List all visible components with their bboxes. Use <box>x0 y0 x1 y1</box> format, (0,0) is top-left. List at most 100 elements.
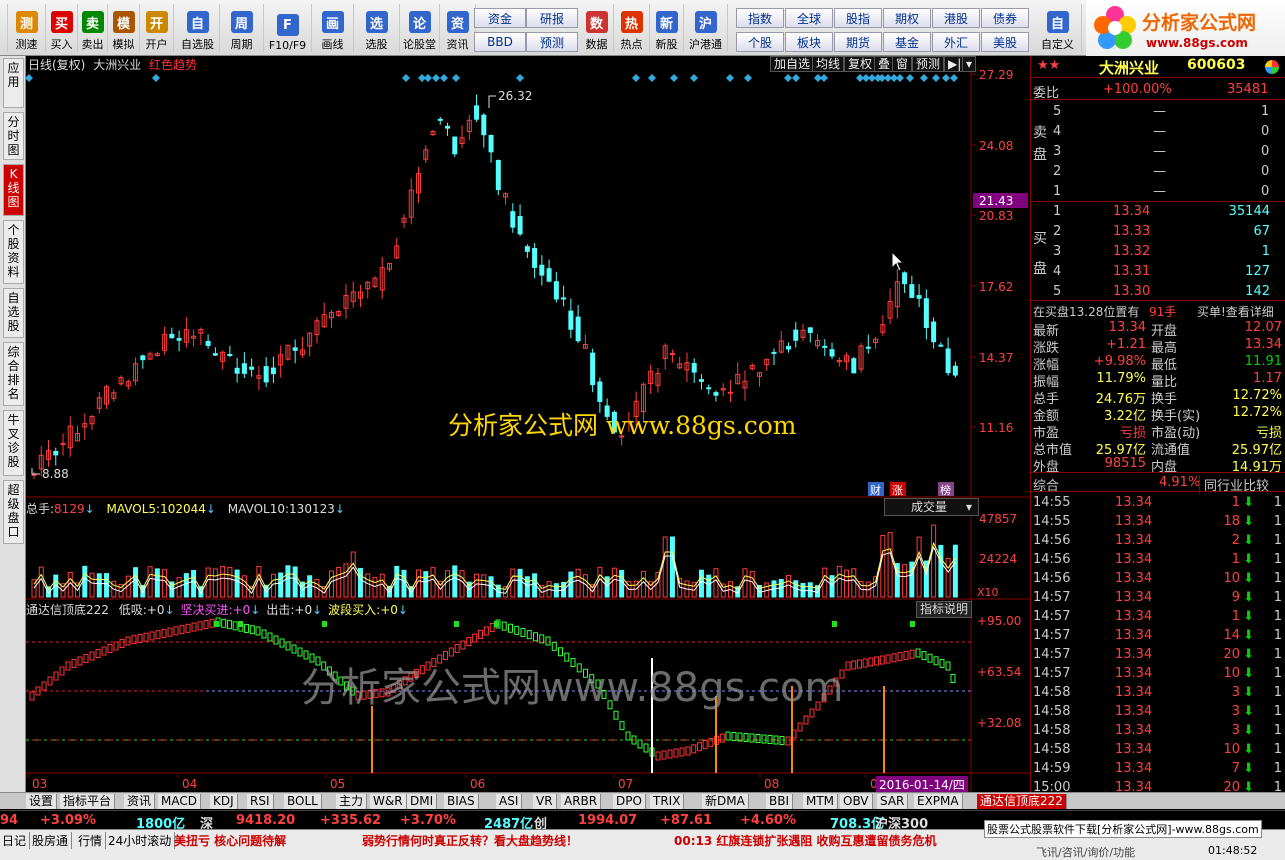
toolbar-custom-button[interactable]: 自自定义 <box>1034 4 1082 52</box>
indicator-tab-15[interactable]: TRIX <box>650 794 685 809</box>
badge-2[interactable]: 榜 <box>940 483 951 497</box>
chart-button-5[interactable]: 预测 <box>912 56 945 72</box>
indicator-tab-16[interactable]: 新DMA <box>702 794 749 809</box>
toolbar-filter-button[interactable]: 选选股 <box>354 4 400 52</box>
indicator-tab-12[interactable]: VR <box>533 794 557 809</box>
kline-svg[interactable]: 27.29 24.08 20.83 17.62 14.37 11.16 21.43 26.32… <box>26 56 1030 796</box>
left-tab-0[interactable]: 应用 <box>3 58 24 108</box>
toolbar-clock-button[interactable]: 测测速 <box>8 4 46 52</box>
market-button-0-4[interactable]: 港股 <box>932 8 980 28</box>
market-button-1-5[interactable]: 美股 <box>981 32 1029 52</box>
toolbar-ipo-button[interactable]: 新新股 <box>650 4 684 52</box>
toolbar-f10-button[interactable]: F F10/F9 <box>264 4 312 52</box>
indicator-item-value: +0 <box>146 603 165 617</box>
indicator-tab-18[interactable]: MTM <box>803 794 839 809</box>
indicator-tab-2[interactable]: 资讯 <box>124 794 156 809</box>
market-button-0-3[interactable]: 期权 <box>883 8 931 28</box>
chart-button-0[interactable]: 加自选 <box>770 56 815 72</box>
quote-row: 3—0 <box>1053 144 1270 159</box>
volume-selector[interactable]: 成交量 ▾ <box>884 498 979 516</box>
indicator-tab-20[interactable]: SAR <box>877 794 909 809</box>
kline-chart-area[interactable]: 27.29 24.08 20.83 17.62 14.37 11.16 21.43 26.32… <box>26 56 1030 796</box>
indicator-tab-13[interactable]: ARBR <box>561 794 602 809</box>
toolbar-hammer-button[interactable]: 模模拟 <box>108 4 140 52</box>
news-3[interactable]: 00:13 红旗连锁扩张遇阻 收购互惠遭留债务危机 <box>674 832 937 849</box>
market-button-1-3[interactable]: 基金 <box>883 32 931 52</box>
volume-bar <box>756 585 762 598</box>
toolbar-lock-button[interactable]: 开开户 <box>140 4 174 52</box>
ticker-item: 94 <box>0 813 19 828</box>
indicator-tab-7[interactable]: 主力 <box>336 794 368 809</box>
left-tab-7[interactable]: 超级盘口 <box>3 480 24 544</box>
news-1[interactable]: 美扭亏 核心问题待解 <box>174 832 286 849</box>
chart-button-1[interactable]: 均线 <box>812 56 845 72</box>
indicator-tab-10[interactable]: BIAS <box>444 794 479 809</box>
indicator-tab-4[interactable]: KDJ <box>210 794 238 809</box>
indicator-tab-11[interactable]: ASI <box>496 794 523 809</box>
chart-period[interactable]: 日线(复权) <box>28 58 85 72</box>
toolbar-hotspot-button[interactable]: 热热点 <box>614 4 650 52</box>
badge-1[interactable]: 涨 <box>892 484 903 497</box>
indicator-tab-14[interactable]: DPO <box>613 794 646 809</box>
grid-button-0-0[interactable]: 资金 <box>474 8 526 28</box>
status-item-1[interactable]: 股房通 <box>32 832 73 849</box>
left-tab-5[interactable]: 综合排名 <box>3 342 24 406</box>
toolbar-star-button[interactable]: 自自选股 <box>176 4 220 52</box>
star-icon[interactable]: ★★ <box>1037 58 1060 73</box>
status-sub: 飞讯/咨讯/询价/功能 <box>1036 846 1136 859</box>
grid-button-1-1[interactable]: 预测 <box>526 32 578 52</box>
market-button-1-0[interactable]: 个股 <box>736 32 784 52</box>
indicator-tab-5[interactable]: RSI <box>247 794 274 809</box>
indicator-tab-17[interactable]: BBI <box>766 794 794 809</box>
left-tab-2[interactable]: K线图 <box>3 164 24 216</box>
status-item-3[interactable]: 24小时滚动 <box>108 832 176 849</box>
chart-button-2[interactable]: 复权 <box>844 56 877 72</box>
indicator-tab-22[interactable]: 通达信顶底222 <box>977 794 1067 809</box>
status-item-0[interactable]: 日记 <box>2 832 31 849</box>
left-tab-6[interactable]: 牛叉诊股 <box>3 410 24 476</box>
toolbar-buy-button[interactable]: 买买入 <box>46 4 78 52</box>
indicator-tab-21[interactable]: EXPMA <box>914 794 963 809</box>
market-button-0-1[interactable]: 全球 <box>785 8 833 28</box>
toolbar-sell-button[interactable]: 卖卖出 <box>78 4 108 52</box>
chart-button-4[interactable]: 窗 <box>892 56 913 72</box>
left-tab-4[interactable]: 自选股 <box>3 288 24 338</box>
indicator-tab-19[interactable]: OBV <box>840 794 873 809</box>
indicator-tab-6[interactable]: BOLL <box>284 794 322 809</box>
quote-row: 5—1 <box>1053 104 1270 119</box>
banner-link[interactable]: 股票公式股票软件下载[分析家公式网]-www.88gs.com <box>984 820 1262 838</box>
indicator-tab-9[interactable]: DMI <box>407 794 438 809</box>
market-button-0-5[interactable]: 债券 <box>981 8 1029 28</box>
grid-button-0-1[interactable]: 研报 <box>526 8 578 28</box>
chart-button-3[interactable]: 叠 <box>874 56 895 72</box>
status-item-2[interactable]: 行情 <box>78 832 107 849</box>
badge-0[interactable]: 财 <box>870 483 881 497</box>
market-button-0-2[interactable]: 股指 <box>834 8 882 28</box>
left-tab-3[interactable]: 个股资料 <box>3 220 24 284</box>
indicator-tab-1[interactable]: 指标平台 <box>60 794 116 809</box>
toolbar-hk-connect-button[interactable]: 沪沪港通 <box>684 4 728 52</box>
indicator-tab-3[interactable]: MACD <box>158 794 201 809</box>
left-tab-1[interactable]: 分时图 <box>3 112 24 160</box>
indicator-tab-0[interactable]: 设置 <box>26 794 58 809</box>
indicator-tab-8[interactable]: W&R <box>370 794 407 809</box>
market-button-1-1[interactable]: 板块 <box>785 32 833 52</box>
toolbar-forum-button[interactable]: 论论股堂 <box>400 4 440 52</box>
volume-unit: X10 <box>977 586 999 599</box>
grid-button-1-0[interactable]: BBD <box>474 32 526 52</box>
candle-body <box>31 473 37 476</box>
toolbar-cycle-button[interactable]: 周周期 <box>220 4 264 52</box>
market-button-1-4[interactable]: 外汇 <box>932 32 980 52</box>
toolbar-settings-button[interactable]: 设设置 <box>0 4 8 52</box>
market-button-1-2[interactable]: 期货 <box>834 32 882 52</box>
f10-icon: F <box>276 14 299 36</box>
market-button-0-0[interactable]: 指数 <box>736 8 784 28</box>
toolbar-data-button[interactable]: 数数据 <box>580 4 614 52</box>
toolbar-pencil-button[interactable]: 画画线 <box>312 4 354 52</box>
chevron-down-icon[interactable]: ▾ <box>962 56 977 72</box>
compare-button[interactable]: 同行业比较 <box>1199 475 1269 494</box>
indicator-help-button[interactable]: 指标说明 <box>916 601 972 618</box>
news-2[interactable]: 弱势行情何时真正反转？看大盘趋势线！ <box>362 832 578 849</box>
globe-icon[interactable] <box>1265 60 1279 74</box>
toolbar-news-button[interactable]: 资资讯 <box>440 4 476 52</box>
